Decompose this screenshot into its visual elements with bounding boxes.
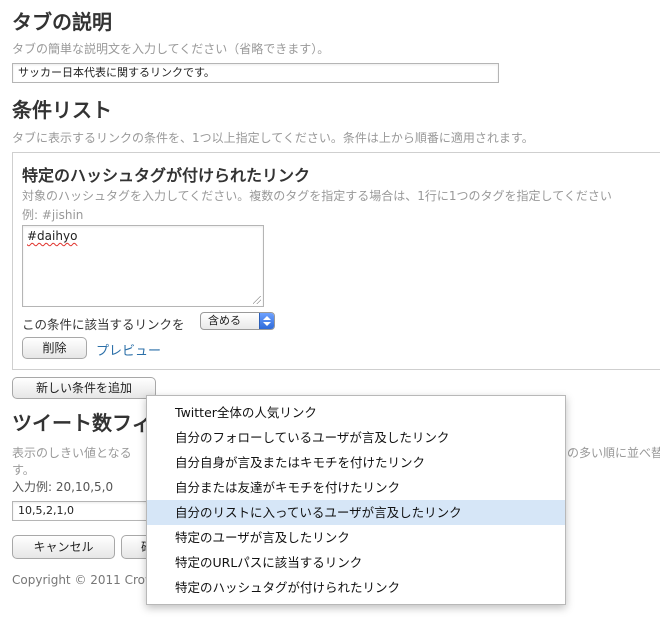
condition-type-menu: Twitter全体の人気リンク 自分のフォローしているユーザが言及したリンク 自分自… [146, 395, 566, 605]
match-select-value: 含める [208, 314, 241, 327]
select-arrows-icon [259, 313, 274, 329]
delete-button[interactable]: 削除 [22, 337, 87, 359]
tweet-filter-example: 入力例: 20,10,5,0 [12, 480, 114, 494]
resize-handle-icon[interactable] [253, 296, 261, 304]
tweet-filter-help-left: 表示のしきい値となる [12, 446, 132, 460]
tweet-filter-heading: ツイート数フィ [12, 411, 152, 435]
condition-title: 特定のハッシュタグが付けられたリンク [22, 166, 311, 185]
tab-description-help: タブの簡単な説明文を入力してください（省略できます）。 [12, 42, 330, 56]
menu-item[interactable]: 特定のURLパスに該当するリンク [147, 550, 565, 575]
tab-description-input[interactable]: サッカー日本代表に関するリンクです。 [12, 63, 499, 83]
hashtag-textarea[interactable]: #daihyo [22, 225, 264, 307]
conditions-help: タブに表示するリンクの条件を、1つ以上指定してください。条件は上から順番に適用さ… [12, 131, 534, 145]
menu-item[interactable]: Twitter全体の人気リンク [147, 400, 565, 425]
menu-item[interactable]: 自分のフォローしているユーザが言及したリンク [147, 425, 565, 450]
condition-example: 例: #jishin [22, 208, 84, 222]
conditions-heading: 条件リスト [12, 98, 112, 122]
preview-link[interactable]: プレビュー [96, 340, 161, 359]
menu-item[interactable]: 特定のユーザが言及したリンク [147, 525, 565, 550]
menu-item[interactable]: 自分自身が言及またはキモチを付けたリンク [147, 450, 565, 475]
condition-help: 対象のハッシュタグを入力してください。複数のタグを指定する場合は、1行に1つのタ… [22, 189, 612, 203]
tweet-filter-help-line2: す。 [12, 463, 35, 477]
copyright: Copyright © 2011 Crow [12, 573, 155, 587]
hashtag-textarea-value: #daihyo [27, 229, 78, 243]
cancel-button[interactable]: キャンセル [12, 535, 115, 559]
match-label: この条件に該当するリンクを [22, 317, 185, 332]
tab-description-heading: タブの説明 [12, 10, 112, 34]
match-select[interactable]: 含める [200, 312, 275, 330]
condition-item: 特定のハッシュタグが付けられたリンク 対象のハッシュタグを入力してください。複数… [12, 152, 660, 370]
add-condition-button[interactable]: 新しい条件を追加 [12, 377, 156, 399]
menu-item[interactable]: 自分または友達がキモチを付けたリンク [147, 475, 565, 500]
menu-item[interactable]: 自分のリストに入っているユーザが言及したリンク [147, 500, 565, 525]
tweet-filter-help-right: の多い順に並べ替 [567, 446, 660, 460]
menu-item[interactable]: 特定のハッシュタグが付けられたリンク [147, 575, 565, 600]
